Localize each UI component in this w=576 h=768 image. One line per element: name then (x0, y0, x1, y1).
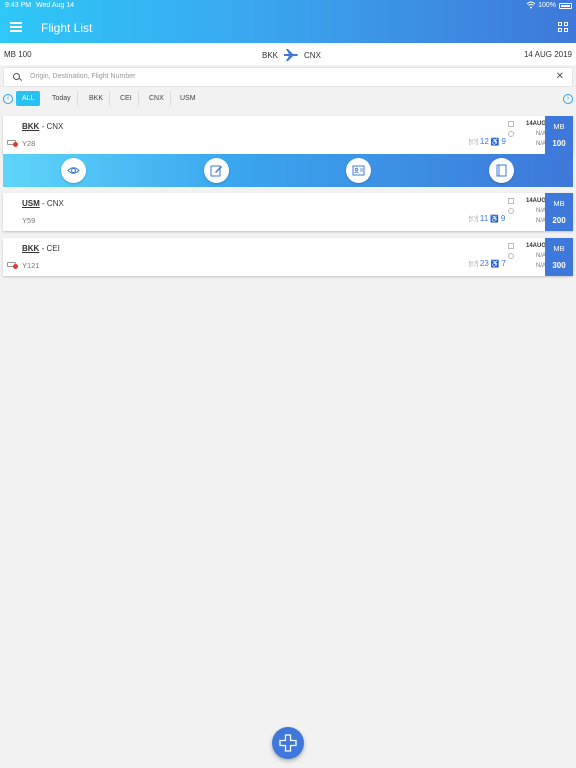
flight-card[interactable]: BKK - CEI Y121 🍽 23 ♿ 7 14AUG N/A N/A MB… (3, 238, 573, 276)
status-time: 9:43 PM (5, 2, 32, 9)
battery-icon (559, 3, 572, 9)
route-separator: - (41, 122, 45, 131)
airplane-icon (284, 49, 299, 61)
card-destination: CEI (46, 244, 60, 253)
tab-cnx[interactable]: CNX (143, 91, 171, 106)
flight-times: 14AUG N/A N/A (508, 196, 546, 226)
wheelchair-count: 9 (501, 137, 506, 146)
flight-route: BKK - CEI (22, 244, 60, 253)
baggage-alert-icon (7, 261, 18, 269)
card-destination: CNX (46, 122, 64, 131)
status-date: Wed Aug 14 (36, 2, 75, 9)
flight-action-bar (3, 154, 573, 187)
view-button[interactable] (61, 158, 86, 183)
wheelchair-count: 7 (501, 259, 506, 268)
hamburger-menu-icon[interactable] (10, 22, 22, 32)
passenger-counts: 🍽 12 ♿ 9 (469, 137, 506, 146)
wifi-icon (526, 1, 536, 11)
meal-count: 12 (479, 137, 489, 146)
cabin-code: Y121 (22, 261, 40, 270)
tab-all[interactable]: ALL (16, 91, 41, 106)
eye-icon (67, 167, 80, 174)
cabin-code: Y59 (22, 216, 36, 225)
search-input[interactable]: Origin, Destination, Flight Number (30, 73, 135, 80)
meal-icon: 🍽 (469, 138, 478, 146)
filter-tabs: ‹ ALL Today BKK CEI CNX USM › (0, 90, 576, 108)
clear-icon[interactable]: ✕ (556, 71, 564, 82)
battery-percent: 100% (538, 2, 556, 9)
flight-date: 14 AUG 2019 (523, 50, 572, 59)
card-origin: USM (22, 199, 40, 208)
clock-icon (508, 131, 514, 137)
page-title: Flight List (41, 21, 93, 35)
wheelchair-count: 9 (500, 214, 506, 223)
meal-icon: 🍽 (469, 260, 478, 268)
tab-usm[interactable]: USM (174, 91, 202, 106)
card-origin: BKK (22, 244, 40, 253)
card-origin: BKK (22, 122, 40, 131)
carrier-code: MB (553, 199, 565, 208)
origin-code: BKK (262, 50, 279, 60)
tab-bkk[interactable]: BKK (83, 91, 111, 106)
route-display: BKK CNX (262, 48, 321, 62)
clock-icon (508, 253, 514, 259)
passenger-card-button[interactable] (346, 158, 371, 183)
calendar-icon (508, 243, 514, 249)
id-card-icon (352, 165, 365, 176)
meal-icon: 🍽 (469, 215, 478, 223)
baggage-alert-icon (7, 139, 18, 147)
manifest-button[interactable] (489, 158, 514, 183)
route-separator: - (41, 244, 45, 253)
destination-code: CNX (304, 50, 321, 60)
flight-num: 100 (552, 139, 566, 148)
calendar-icon (508, 198, 514, 204)
flight-num: 300 (552, 261, 566, 270)
edit-icon (210, 165, 222, 177)
flight-num: 200 (552, 216, 566, 225)
chevron-right-icon[interactable]: › (563, 94, 573, 104)
clock-icon (508, 208, 514, 214)
flight-card[interactable]: BKK - CNX Y28 🍽 12 ♿ 9 14AUG N/A N/A MB … (3, 116, 573, 154)
plus-icon (279, 734, 297, 752)
flight-card[interactable]: USM - CNX Y59 🍽 11 ♿ 9 14AUG N/A N/A MB … (3, 193, 573, 231)
flight-badge: MB 200 (545, 193, 573, 231)
carrier-code: MB (553, 122, 565, 131)
route-separator: - (42, 199, 45, 208)
flight-route: BKK - CNX (22, 122, 63, 131)
search-bar[interactable]: Origin, Destination, Flight Number ✕ (3, 67, 573, 87)
cabin-code: Y28 (22, 139, 36, 148)
edit-button[interactable] (204, 158, 229, 183)
calendar-icon (508, 121, 514, 127)
flight-number: MB 100 (4, 50, 32, 59)
card-destination: CNX (46, 199, 64, 208)
book-icon (496, 164, 507, 177)
meal-count: 11 (479, 214, 489, 223)
add-flight-button[interactable] (272, 727, 304, 759)
flight-times: 14AUG N/A N/A (508, 241, 546, 271)
card-date: 14AUG (525, 198, 546, 204)
flight-badge: MB 100 (545, 116, 573, 154)
chevron-left-icon[interactable]: ‹ (3, 94, 13, 104)
wheelchair-icon: ♿ (490, 260, 500, 268)
tab-cei[interactable]: CEI (114, 91, 139, 106)
app-header: 9:43 PM Wed Aug 14 100% Flight List (0, 0, 576, 43)
wheelchair-icon: ♿ (490, 215, 499, 223)
flight-summary-bar: MB 100 BKK CNX 14 AUG 2019 (0, 43, 576, 65)
wheelchair-icon: ♿ (490, 138, 500, 146)
flight-badge: MB 300 (545, 238, 573, 276)
status-bar: 9:43 PM Wed Aug 14 100% (0, 0, 576, 12)
flight-route: USM - CNX (22, 199, 64, 208)
card-date: 14AUG (525, 243, 546, 249)
tab-today[interactable]: Today (46, 91, 78, 106)
passenger-counts: 🍽 11 ♿ 9 (469, 214, 505, 223)
passenger-counts: 🍽 23 ♿ 7 (469, 259, 506, 268)
carrier-code: MB (553, 244, 565, 253)
meal-count: 23 (479, 259, 489, 268)
search-icon (13, 73, 20, 80)
grid-view-icon[interactable] (558, 22, 569, 33)
flight-times: 14AUG N/A N/A (508, 119, 546, 149)
card-date: 14AUG (525, 121, 546, 127)
